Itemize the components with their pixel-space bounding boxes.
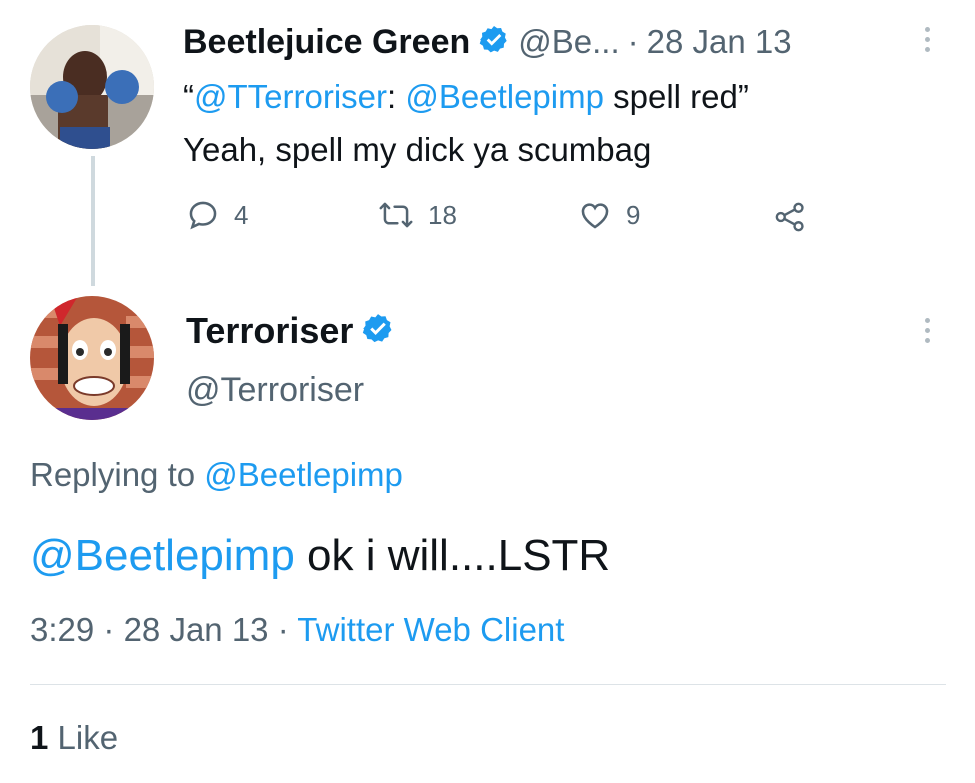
retweet-button[interactable]: 18 — [378, 198, 457, 232]
tweet1-handle[interactable]: @Be... — [518, 23, 619, 61]
retweet-icon — [379, 202, 413, 228]
colon: : — [387, 78, 397, 115]
avatar-beetlejuice[interactable] — [30, 25, 154, 149]
like-button[interactable]: 9 — [578, 198, 640, 232]
like-icon — [581, 203, 609, 229]
avatar-terroriser-image — [30, 296, 154, 420]
share-icon — [775, 202, 804, 232]
retweet-count: 18 — [428, 199, 457, 230]
tweet2-body-text: ok i will....LSTR — [307, 531, 611, 580]
tweet2-author-name[interactable]: Terroriser — [186, 310, 353, 352]
replying-to-handle[interactable]: @Beetlepimp — [204, 456, 403, 493]
reply-icon — [189, 201, 217, 230]
avatar-terroriser[interactable] — [30, 296, 154, 420]
mention-tterroriser[interactable]: @TTerroriser — [194, 78, 387, 115]
tweet1-text-line2: Yeah, spell my dick ya scumbag — [183, 131, 652, 168]
tweet1-separator: · — [627, 23, 639, 60]
tweet1-author-name[interactable]: Beetlejuice Green — [183, 23, 470, 62]
share-button[interactable] — [772, 200, 808, 234]
avatar-beetlejuice-image — [30, 25, 154, 149]
more-icon[interactable] — [923, 318, 931, 343]
mention-beetlepimp[interactable]: @Beetlepimp — [405, 78, 604, 115]
quote-close: ” — [737, 78, 749, 115]
divider — [30, 684, 946, 685]
quote-open: “ — [183, 78, 194, 115]
tweet2-header: Terroriser — [186, 309, 395, 353]
tweet2-handle[interactable]: @Terroriser — [186, 370, 364, 410]
like-summary-label: Like — [57, 719, 119, 756]
verified-badge-icon — [478, 24, 510, 61]
more-icon[interactable] — [923, 27, 931, 52]
verified-badge-icon — [361, 312, 395, 351]
tweet1-header: Beetlejuice Green @Be... · 28 Jan 13 — [183, 20, 792, 64]
client-link[interactable]: Twitter Web Client — [297, 611, 564, 648]
tweet2-meta: 3:29 · 28 Jan 13 · Twitter Web Client — [30, 610, 564, 650]
tweet2-date[interactable]: 28 Jan 13 — [124, 611, 269, 648]
reply-button[interactable]: 4 — [186, 198, 248, 232]
thread-connector-line — [91, 156, 95, 286]
tweet1-date[interactable]: 28 Jan 13 — [647, 23, 792, 61]
replying-to-line: Replying to @Beetlepimp — [30, 455, 403, 495]
like-summary-count: 1 — [30, 719, 49, 756]
replying-to-label: Replying to — [30, 456, 196, 493]
tweet2-body: @Beetlepimp ok i will....LSTR — [30, 530, 610, 582]
quoted-text: spell red — [613, 78, 738, 115]
tweet2-time[interactable]: 3:29 — [30, 611, 94, 648]
meta-separator: · — [277, 611, 289, 648]
tweet1-text-line1: “@TTerroriser: @Beetlepimp spell red” — [183, 77, 749, 117]
likes-summary[interactable]: 1 Like — [30, 718, 118, 758]
like-count: 9 — [626, 199, 641, 230]
meta-separator: · — [103, 611, 115, 648]
mention-beetlepimp[interactable]: @Beetlepimp — [30, 531, 295, 580]
reply-count: 4 — [234, 199, 249, 230]
